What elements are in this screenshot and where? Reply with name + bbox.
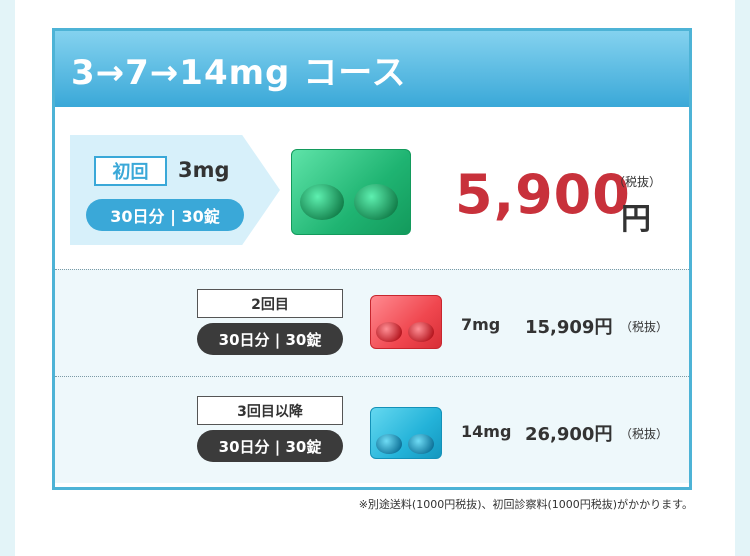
third-price: 26,900円 bbox=[525, 424, 613, 445]
red-tablet bbox=[408, 322, 434, 342]
second-step-label: 2回目 bbox=[197, 289, 343, 318]
course-header: 3→7→14mg コース bbox=[55, 31, 689, 107]
third-supply-badge: 30日分 | 30錠 bbox=[197, 430, 343, 462]
first-yen: 円 bbox=[621, 202, 651, 237]
first-dose: 3mg bbox=[178, 158, 230, 182]
green-tablet bbox=[354, 184, 398, 220]
course-card: 3→7→14mg コース 初回 3mg 30日分 | 30錠 5,900 （税抜… bbox=[52, 28, 692, 490]
red-blister-pack-image bbox=[370, 295, 442, 349]
red-tablet bbox=[376, 322, 402, 342]
blue-tablet bbox=[376, 434, 402, 454]
second-dose: 7mg bbox=[461, 315, 501, 334]
third-dose-row: 3回目以降 30日分 | 30錠 14mg 26,900円 （税抜） bbox=[55, 376, 689, 483]
blue-blister-pack-image bbox=[370, 407, 442, 459]
second-dose-row: 2回目 30日分 | 30錠 7mg 15,909円 （税抜） bbox=[55, 269, 689, 376]
third-step-label: 3回目以降 bbox=[197, 396, 343, 425]
first-step-label: 初回 bbox=[94, 156, 167, 186]
course-title: 3→7→14mg コース bbox=[71, 53, 407, 93]
first-tax-note: （税抜） bbox=[613, 175, 662, 189]
second-price: 15,909円 bbox=[525, 317, 613, 338]
third-tax-note: （税抜） bbox=[620, 427, 669, 441]
footnote: ※別途送料(1000円税抜)、初回診察料(1000円税抜)がかかります。 bbox=[358, 498, 693, 511]
first-dose-row: 初回 3mg 30日分 | 30錠 5,900 （税抜） 円 bbox=[55, 107, 689, 269]
green-blister-pack-image bbox=[291, 149, 411, 235]
blue-tablet bbox=[408, 434, 434, 454]
third-dose: 14mg bbox=[461, 422, 512, 441]
first-supply-badge: 30日分 | 30錠 bbox=[86, 199, 244, 231]
green-tablet bbox=[300, 184, 344, 220]
first-price: 5,900 bbox=[455, 163, 631, 226]
second-tax-note: （税抜） bbox=[620, 320, 669, 334]
second-supply-badge: 30日分 | 30錠 bbox=[197, 323, 343, 355]
